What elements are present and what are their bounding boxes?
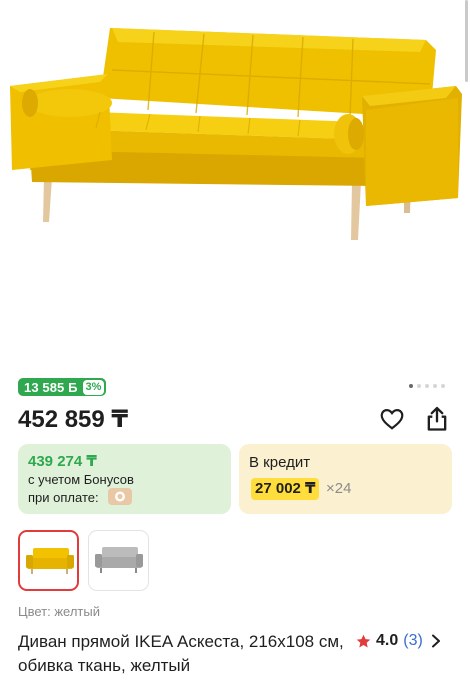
star-icon xyxy=(356,634,371,647)
product-title: Диван прямой IKEA Аскеста, 216x108 см, о… xyxy=(18,632,344,675)
pagination-dot xyxy=(417,384,421,388)
credit-term: ×24 xyxy=(326,480,352,497)
payment-icon xyxy=(108,488,132,505)
bonus-percent: 3% xyxy=(82,379,105,395)
gray-sofa-thumbnail[interactable] xyxy=(88,530,149,591)
credit-title: В кредит xyxy=(249,454,311,471)
share-icon[interactable] xyxy=(423,405,451,433)
product-image[interactable] xyxy=(0,0,470,372)
credit-monthly-payment: 27 002 ₸ xyxy=(251,478,320,500)
rating-summary[interactable]: 4.0 (3) xyxy=(355,632,441,650)
bonus-price-card[interactable]: 439 274 ₸ с учетом Бонусов при оплате: xyxy=(18,444,231,514)
credit-card[interactable]: В кредит 27 002 ₸ ×24 xyxy=(239,444,452,514)
sofa-illustration xyxy=(10,28,462,240)
bonus-card-payment-label: при оплате: xyxy=(28,490,99,505)
product-price: 452 859 ₸ xyxy=(18,406,129,433)
color-label: Цвет: желтый xyxy=(18,604,100,619)
bonus-badge[interactable]: 13 585 Б 3% xyxy=(18,378,107,396)
bonus-card-subtitle: с учетом Бонусов xyxy=(28,472,134,487)
yellow-sofa-thumbnail[interactable] xyxy=(18,530,79,591)
rating-count[interactable]: (3) xyxy=(403,632,423,650)
bonus-card-price: 439 274 ₸ xyxy=(28,453,97,470)
pagination-dot xyxy=(433,384,437,388)
pagination-dot xyxy=(425,384,429,388)
bonus-amount: 13 585 Б xyxy=(24,379,78,395)
scrollbar[interactable] xyxy=(465,0,468,82)
chevron-right-icon[interactable] xyxy=(431,634,441,648)
gallery-pagination xyxy=(409,384,445,388)
pagination-dot-active xyxy=(409,384,413,388)
rating-value: 4.0 xyxy=(376,632,399,649)
heart-icon[interactable] xyxy=(379,406,405,432)
pagination-dot xyxy=(441,384,445,388)
